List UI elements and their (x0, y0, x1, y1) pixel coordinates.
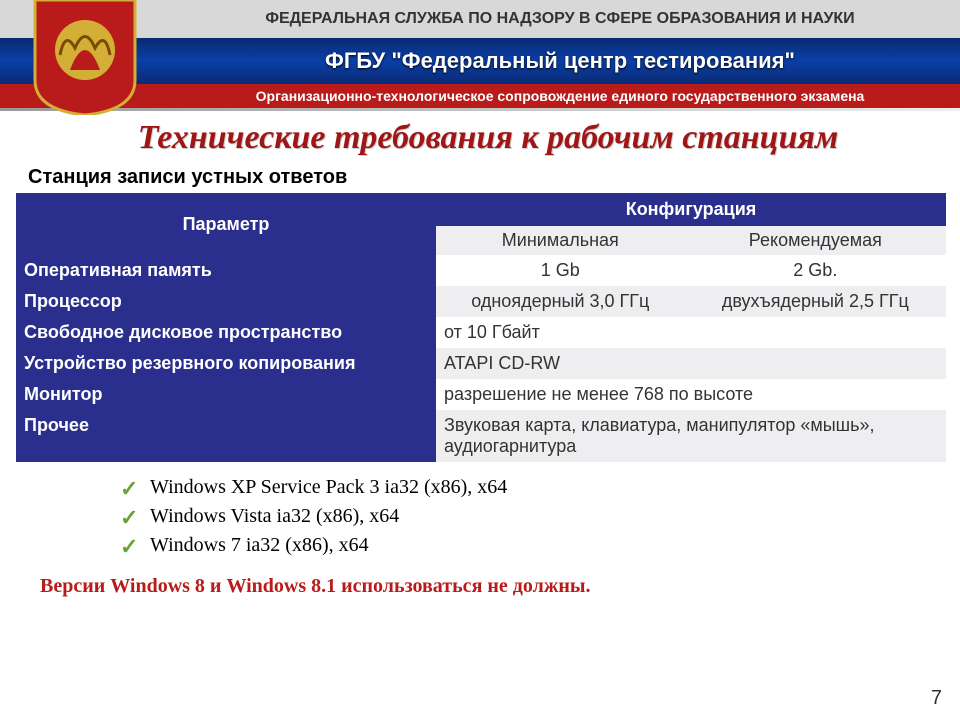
row-backup-val: ATAPI CD-RW (436, 348, 946, 379)
row-disk-label: Свободное дисковое пространство (16, 317, 436, 348)
slide-title: Технические требования к рабочим станция… (48, 119, 928, 156)
tagline-bar: Организационно-технологическое сопровожд… (0, 84, 960, 108)
divider (0, 108, 960, 111)
os-item: Windows Vista ia32 (x86), x64 (120, 505, 960, 528)
row-monitor-val: разрешение не менее 768 по высоте (436, 379, 946, 410)
row-other-val: Звуковая карта, клавиатура, манипулятор … (436, 410, 946, 462)
row-ram-rec: 2 Gb. (685, 255, 946, 286)
os-item: Windows 7 ia32 (x86), x64 (120, 534, 960, 557)
os-checklist: Windows XP Service Pack 3 ia32 (x86), x6… (120, 476, 960, 557)
section-subtitle: Станция записи устных ответов (28, 166, 960, 189)
row-monitor-label: Монитор (16, 379, 436, 410)
warning-text: Версии Windows 8 и Windows 8.1 использов… (40, 575, 960, 598)
row-cpu-min: одноядерный 3,0 ГГц (436, 286, 685, 317)
row-cpu-rec: двухъядерный 2,5 ГГц (685, 286, 946, 317)
row-other-label: Прочее (16, 410, 436, 462)
header-param: Параметр (16, 193, 436, 255)
row-ram-label: Оперативная память (16, 255, 436, 286)
header-config: Конфигурация (436, 193, 946, 226)
os-item: Windows XP Service Pack 3 ia32 (x86), x6… (120, 476, 960, 499)
page-number: 7 (931, 687, 942, 710)
row-backup-label: Устройство резервного копирования (16, 348, 436, 379)
row-cpu-label: Процессор (16, 286, 436, 317)
org-banner: ФГБУ "Федеральный центр тестирования" (0, 38, 960, 84)
requirements-table: Параметр Конфигурация Минимальная Рекоме… (16, 193, 946, 462)
agency-bar: ФЕДЕРАЛЬНАЯ СЛУЖБА ПО НАДЗОРУ В СФЕРЕ ОБ… (0, 0, 960, 38)
header-rec: Рекомендуемая (685, 226, 946, 255)
state-emblem-icon (30, 0, 140, 115)
row-disk-val: от 10 Гбайт (436, 317, 946, 348)
row-ram-min: 1 Gb (436, 255, 685, 286)
header-min: Минимальная (436, 226, 685, 255)
